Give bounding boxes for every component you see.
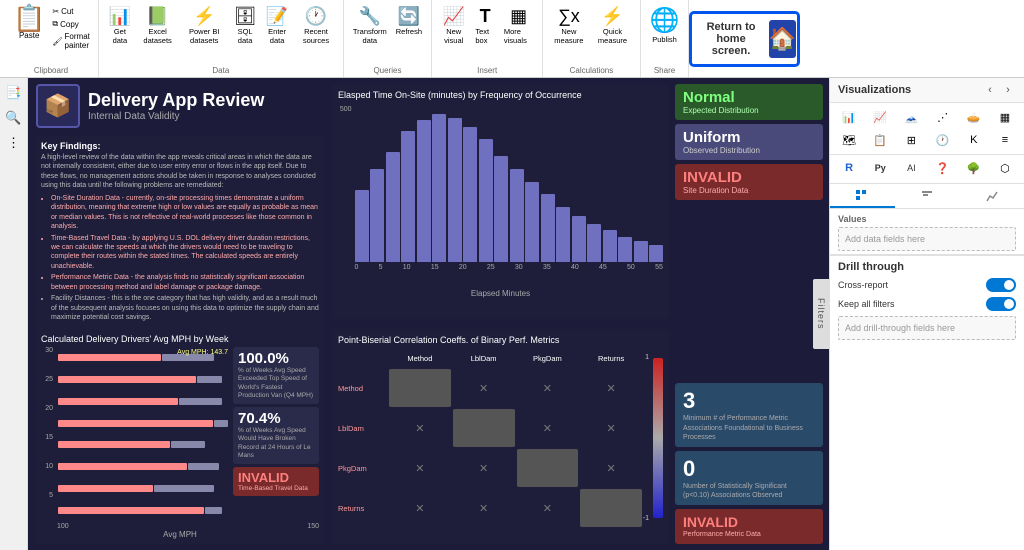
viz-pie[interactable]: 🥧	[959, 106, 989, 128]
analytics-tab[interactable]	[959, 184, 1024, 208]
left-toolbar: 📑 🔍 ⋮	[0, 78, 28, 550]
toolbar-icon-3[interactable]: ⋮	[3, 132, 25, 154]
viz-nav-forward[interactable]: ›	[1000, 82, 1016, 98]
toolbar-icon-1[interactable]: 📑	[3, 82, 25, 104]
drill-fields-drop-zone[interactable]: Add drill-through fields here	[838, 316, 1016, 340]
return-home-button[interactable]: Return to home screen.	[693, 15, 768, 63]
clipboard-label: Clipboard	[10, 66, 92, 75]
visualizations-panel: Visualizations ‹ › 📊 📈 🗻 ⋰ 🥧 ▦ 🗺 📋 ⊞ 🕐 K	[829, 78, 1024, 550]
clipboard-group: 📋 Paste ✂ Cut ⧉ Copy 🖌 Format painter Cl…	[4, 0, 99, 77]
cross-report-label: Cross-report	[838, 280, 888, 290]
build-visual-tab[interactable]	[830, 184, 895, 208]
viz-map[interactable]: 🗺	[834, 129, 864, 151]
data-group: 📊 Get data 📗 Excel datasets ⚡ Power BI d…	[99, 0, 344, 77]
quick-measure-button[interactable]: ⚡ Quick measure	[591, 4, 633, 47]
stat-0: 0 Number of Statistically Significant (p…	[675, 451, 823, 505]
insert-label: Insert	[438, 66, 536, 75]
paste-button[interactable]: 📋 Paste	[10, 4, 48, 66]
visualizations-header: Visualizations ‹ ›	[830, 78, 1024, 103]
viz-qa[interactable]: ❓	[927, 157, 957, 179]
home-icon-button[interactable]: 🏠	[769, 20, 796, 58]
dist-invalid: INVALID Site Duration Data	[675, 164, 823, 200]
share-group: 🌐 Publish Share	[641, 0, 690, 77]
toolbar-icon-2[interactable]: 🔍	[3, 107, 25, 129]
viz-ai[interactable]: AI	[896, 157, 926, 179]
viz-nav-back[interactable]: ‹	[982, 82, 998, 98]
viz-scatter[interactable]: ⋰	[927, 106, 957, 128]
viz-slicer[interactable]: ≡	[990, 129, 1020, 151]
stat-3: 3 Minimum # of Performance Metric Associ…	[675, 383, 823, 446]
visualizations-title: Visualizations	[838, 84, 911, 96]
report-header: 📦 Delivery App Review Internal Data Vali…	[36, 84, 264, 128]
elapsed-xlabel: Elapsed Minutes	[338, 289, 663, 298]
publish-button[interactable]: 🌐 Publish	[647, 4, 683, 46]
viz-py[interactable]: Py	[865, 157, 895, 179]
report-logo: 📦	[36, 84, 80, 128]
stats-panel: 3 Minimum # of Performance Metric Associ…	[675, 383, 823, 544]
copy-button[interactable]: ⧉ Copy	[50, 18, 92, 30]
delivery-drivers-chart: Calculated Delivery Drivers' Avg MPH by …	[36, 329, 324, 544]
get-data-button[interactable]: 📊 Get data	[105, 4, 135, 47]
insert-group: 📈 New visual T Text box ▦ More visuals I…	[432, 0, 543, 77]
viz-table[interactable]: 📋	[865, 129, 895, 151]
viz-gauge[interactable]: 🕐	[927, 129, 957, 151]
new-visual-button[interactable]: 📈 New visual	[438, 4, 469, 47]
queries-label: Queries	[350, 66, 425, 75]
corr-title: Point-Biserial Correlation Coeffs. of Bi…	[338, 335, 663, 345]
drill-through-title: Drill through	[838, 261, 1016, 273]
report-canvas: 📦 Delivery App Review Internal Data Vali…	[28, 78, 829, 550]
values-drop-zone[interactable]: Add data fields here	[838, 227, 1016, 251]
transform-button[interactable]: 🔧 Transform data	[350, 4, 390, 47]
elapsed-chart: Elasped Time On-Site (minutes) by Freque…	[332, 84, 669, 319]
more-visuals-button[interactable]: ▦ More visuals	[501, 4, 536, 47]
dist-normal: Normal Expected Distribution	[675, 84, 823, 120]
sql-button[interactable]: 🗄 SQL data	[231, 4, 259, 47]
values-label: Values	[838, 214, 1016, 224]
ribbon: 📋 Paste ✂ Cut ⧉ Copy 🖌 Format painter Cl…	[0, 0, 1024, 78]
dist-uniform: Uniform Observed Distribution	[675, 124, 823, 160]
viz-area[interactable]: 🗻	[896, 106, 926, 128]
viz-matrix[interactable]: ⊞	[896, 129, 926, 151]
viz-line[interactable]: 📈	[865, 106, 895, 128]
share-label: Share	[647, 66, 683, 75]
report-title: Delivery App Review	[88, 90, 264, 111]
viz-metrics[interactable]: ⬡	[990, 157, 1020, 179]
new-measure-button[interactable]: ∑x New measure	[549, 4, 588, 47]
filters-tab[interactable]: Filters	[813, 279, 829, 349]
queries-group: 🔧 Transform data 🔄 Refresh Queries	[344, 0, 432, 77]
text-box-button[interactable]: T Text box	[472, 4, 498, 47]
viz-bar[interactable]: 📊	[834, 106, 864, 128]
format-painter-button[interactable]: 🖌 Format painter	[50, 31, 92, 51]
report-subtitle: Internal Data Validity	[88, 111, 264, 122]
keep-filters-label: Keep all filters	[838, 299, 895, 309]
keep-filters-toggle[interactable]	[986, 297, 1016, 311]
powerbi-button[interactable]: ⚡ Power BI datasets	[180, 4, 228, 47]
cut-button[interactable]: ✂ Cut	[50, 6, 92, 17]
refresh-button[interactable]: 🔄 Refresh	[393, 4, 425, 38]
key-findings-text: A high-level review of the data within t…	[41, 153, 319, 324]
format-tab[interactable]	[895, 184, 960, 208]
data-group-label: Data	[105, 66, 337, 75]
stat-invalid: INVALID Performance Metric Data	[675, 509, 823, 544]
enter-data-button[interactable]: 📝 Enter data	[262, 4, 292, 47]
cross-report-toggle[interactable]	[986, 278, 1016, 292]
viz-treemap[interactable]: ▦	[990, 106, 1020, 128]
calculations-group: ∑x New measure ⚡ Quick measure Calculati…	[543, 0, 640, 77]
distribution-panel: Normal Expected Distribution Uniform Obs…	[675, 84, 823, 200]
calculations-label: Calculations	[549, 66, 633, 75]
viz-decomp[interactable]: 🌳	[959, 157, 989, 179]
excel-button[interactable]: 📗 Excel datasets	[138, 4, 177, 47]
key-findings-title: Key Findings:	[41, 141, 319, 151]
recent-sources-button[interactable]: 🕐 Recent sources	[295, 4, 337, 47]
elapsed-chart-title: Elasped Time On-Site (minutes) by Freque…	[338, 90, 663, 100]
viz-r[interactable]: R	[834, 157, 864, 179]
delivery-chart: Point-Biserial Correlation Coeffs. of Bi…	[332, 329, 669, 544]
viz-kpi[interactable]: K	[959, 129, 989, 151]
